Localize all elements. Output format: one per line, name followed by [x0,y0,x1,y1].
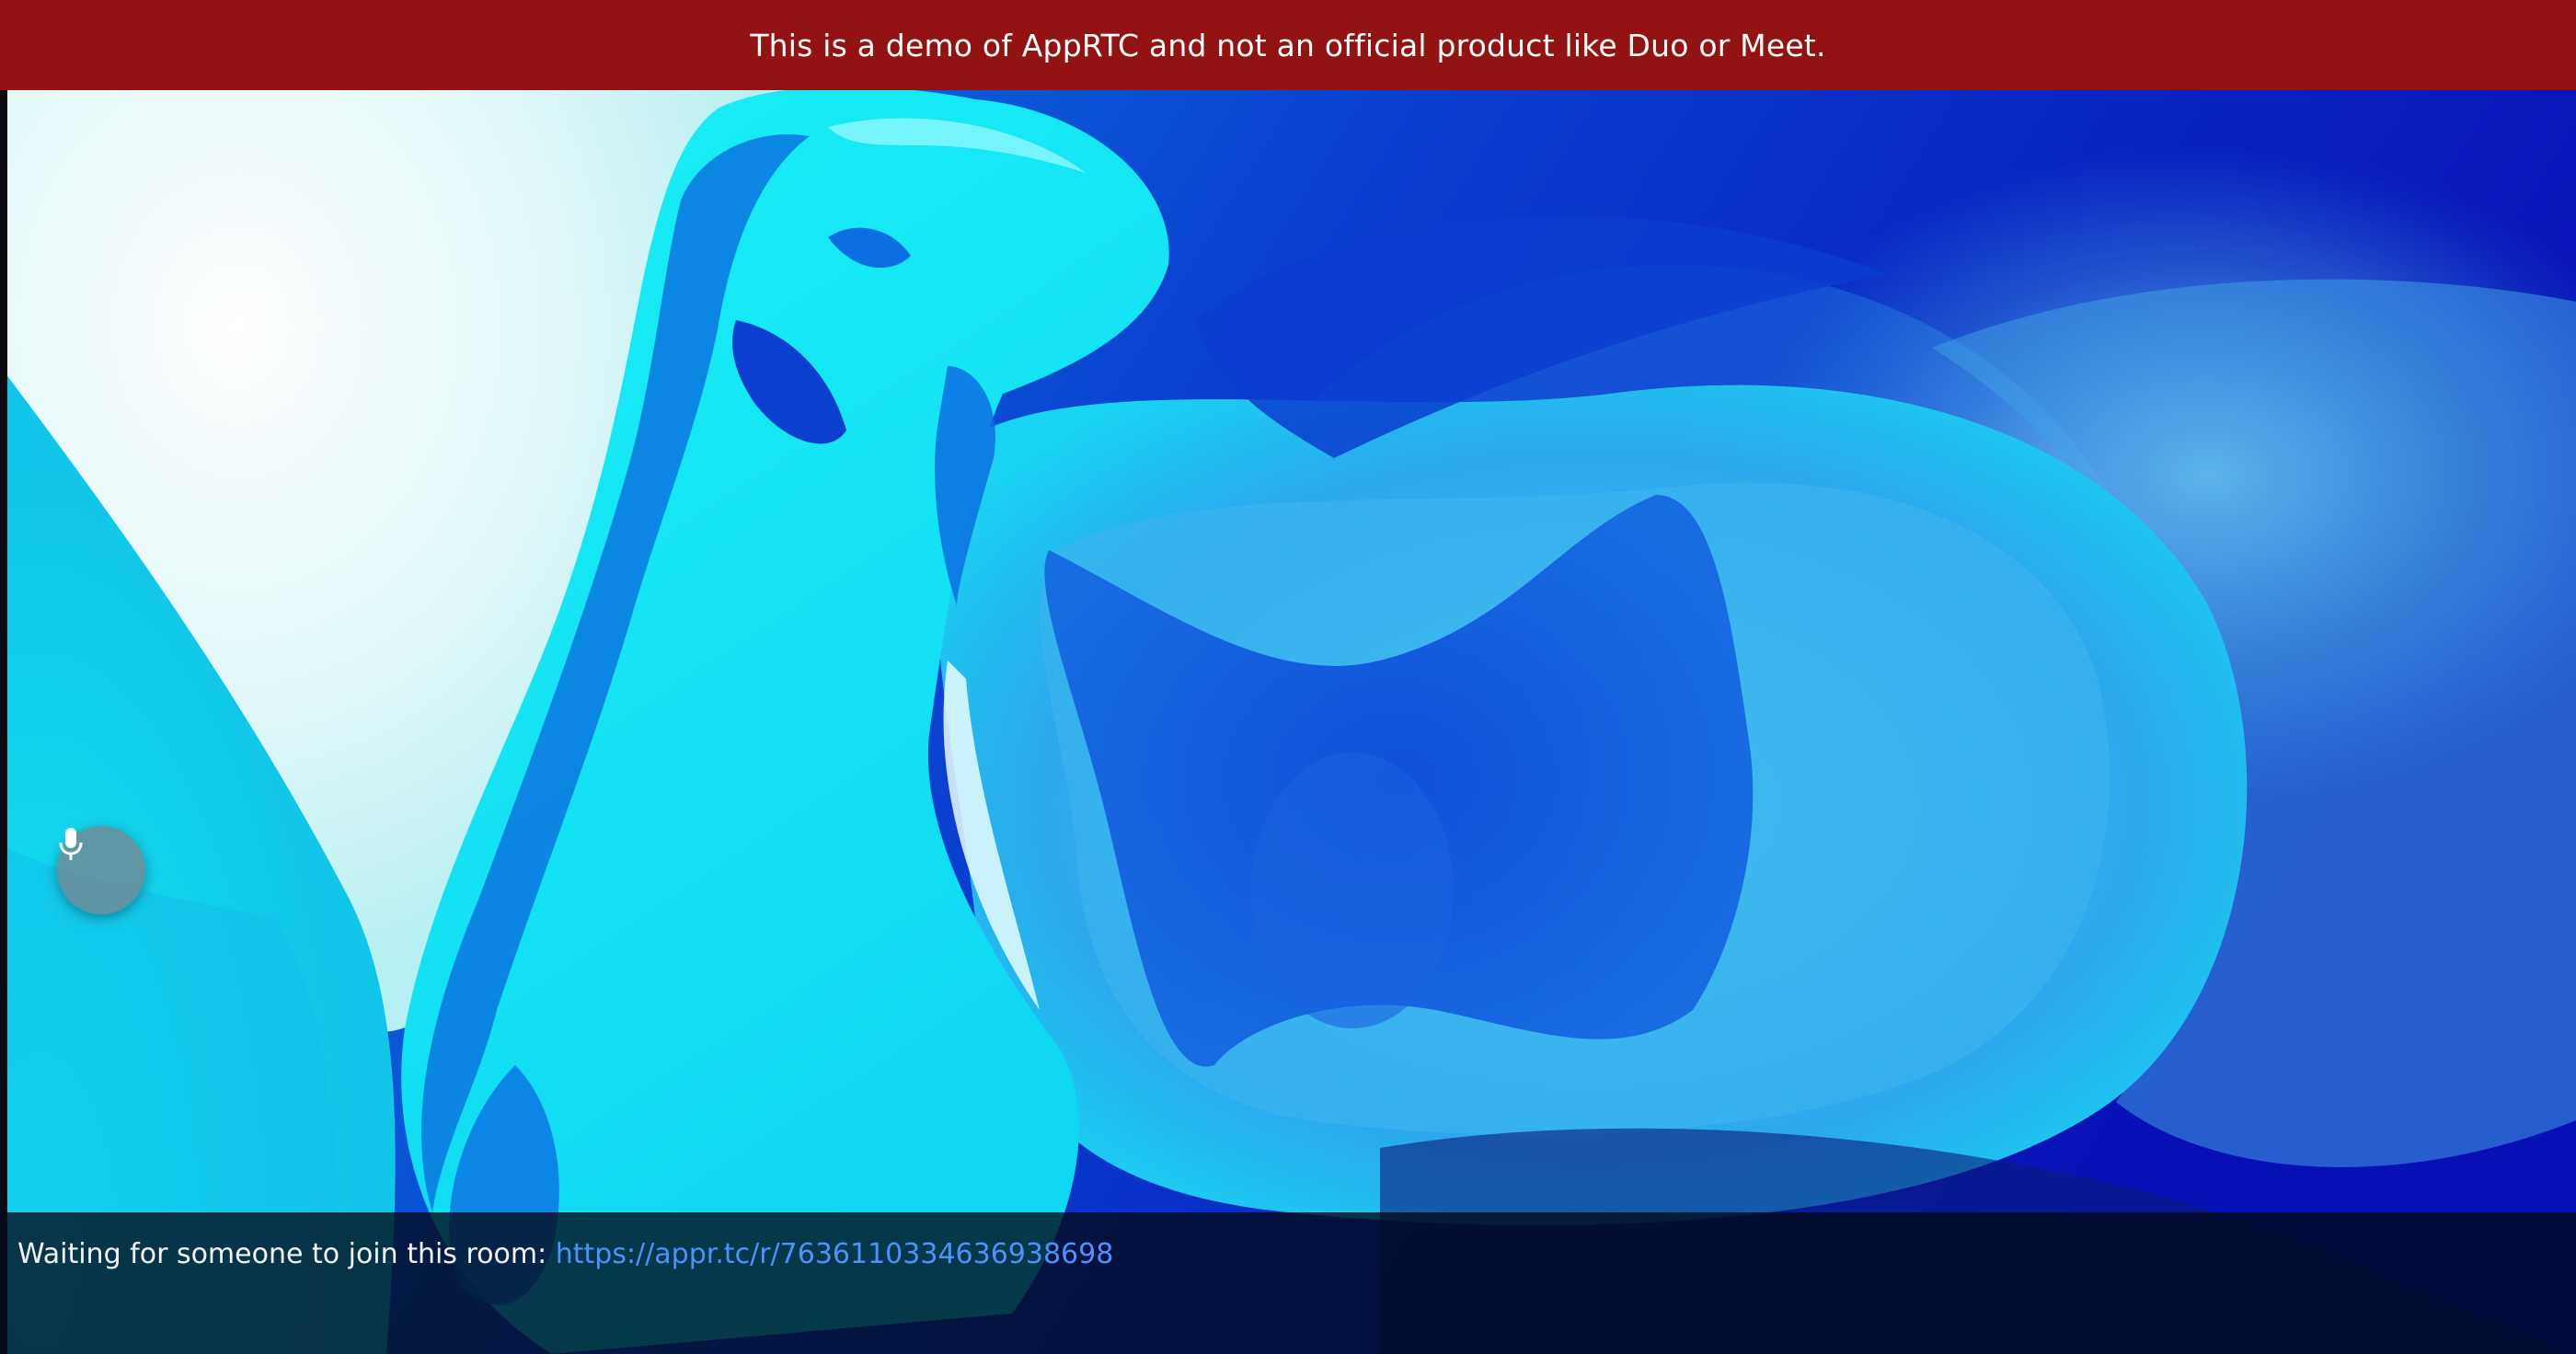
apprtc-page: This is a demo of AppRTC and not an offi… [0,0,2576,1354]
demo-warning-banner: This is a demo of AppRTC and not an offi… [0,0,2576,90]
video-frame-abstract [0,90,2576,1354]
microphone-icon [59,828,83,860]
microphone-toggle-button[interactable] [57,826,145,914]
room-url-link[interactable]: https://appr.tc/r/7636110334636938698 [556,1238,1114,1270]
remote-video [0,90,2576,1354]
video-edge [0,90,7,1354]
room-status-text: Waiting for someone to join this room: h… [17,1238,1113,1270]
waiting-message: Waiting for someone to join this room: [17,1238,556,1270]
banner-text: This is a demo of AppRTC and not an offi… [750,27,1826,63]
room-info-bar: Waiting for someone to join this room: h… [0,1212,2576,1354]
